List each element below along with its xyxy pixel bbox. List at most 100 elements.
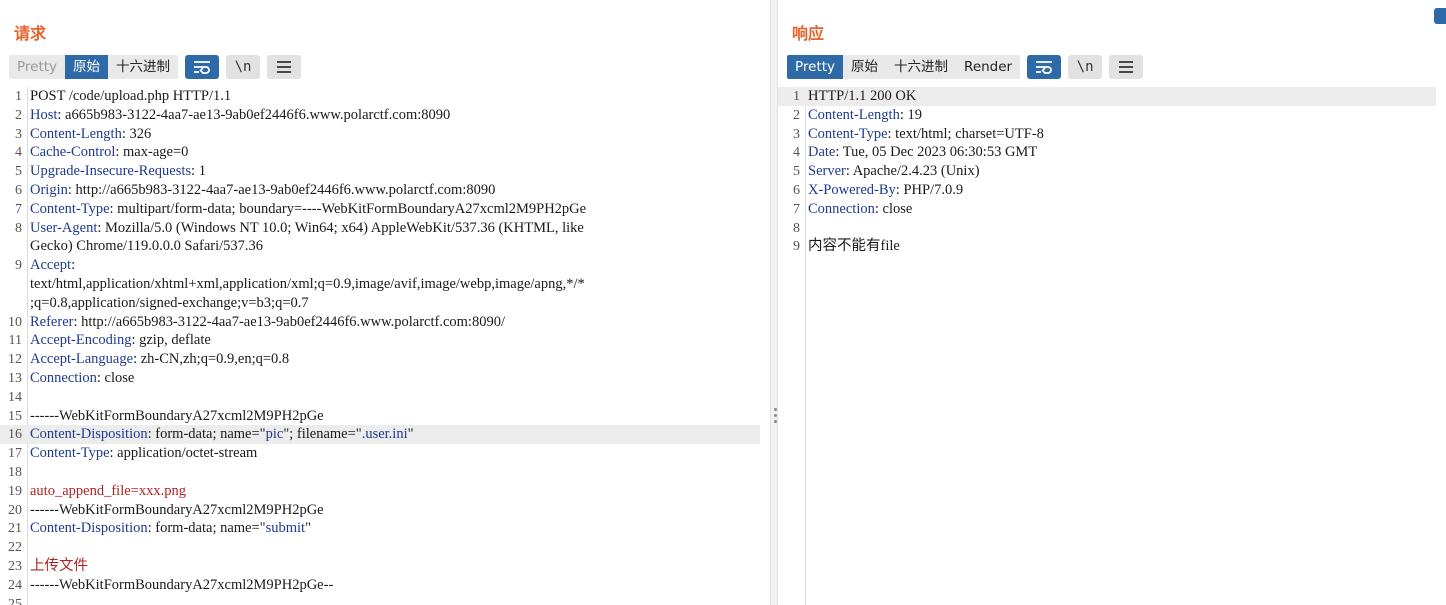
header-name: Accept-Encoding — [30, 332, 132, 349]
code-line[interactable]: 23 上传文件 — [0, 557, 760, 576]
code-line[interactable]: 2 Host: a665b983-3122-4aa7-ae13-9ab0ef244… — [0, 106, 760, 125]
header-name: Connection — [30, 370, 97, 386]
code-line[interactable]: 7 Connection: close — [778, 200, 1436, 219]
code-line[interactable]: 8 User-Agent: Mozilla/5.0 (Windows NT 10.… — [0, 219, 760, 238]
code-line[interactable]: 10 Referer: http://a665b983-3122-4aa7-ae1… — [0, 313, 760, 332]
text-segment: .user.ini — [361, 426, 408, 443]
code-line[interactable]: 8 — [778, 219, 1436, 238]
layout-toggle-button[interactable] — [1434, 8, 1446, 24]
line-text: Origin: http://a665b983-3122-4aa7-ae13-9… — [30, 181, 495, 200]
response-title: 响应 — [792, 24, 825, 43]
line-text: Cache-Control: max-age=0 — [30, 143, 188, 162]
code-line[interactable]: 3 Content-Type: text/html; charset=UTF-8 — [778, 125, 1436, 144]
header-name: Content-Disposition — [30, 426, 148, 443]
response-wrap-button[interactable] — [1027, 55, 1062, 79]
line-text: 上传文件 — [30, 557, 88, 576]
newline-toggle-icon: \n — [234, 59, 252, 75]
code-line[interactable]: 19 auto_append_file=xxx.png — [0, 482, 760, 501]
response-newline-button[interactable]: \n — [1068, 55, 1103, 79]
code-line[interactable]: 12 Accept-Language: zh-CN,zh;q=0.9,en;q=0… — [0, 350, 760, 369]
line-number: 12 — [8, 352, 22, 368]
menu-icon — [277, 61, 292, 73]
header-name: Content-Disposition — [30, 520, 148, 537]
request-menu-button[interactable] — [267, 55, 302, 79]
line-number: 9 — [793, 239, 800, 255]
code-line[interactable]: 17 Content-Type: application/octet-stream — [0, 444, 760, 463]
request-editor[interactable]: 1 POST /code/upload.php HTTP/1.1 2 Host: a6… — [0, 87, 770, 605]
line-text: Content-Disposition: form-data; name="pi… — [30, 425, 414, 444]
header-name: Accept-Language — [30, 351, 134, 368]
code-line[interactable]: 16 Content-Disposition: form-data; name="… — [0, 425, 760, 445]
request-tab-hex[interactable]: 十六进制 — [108, 55, 178, 79]
line-number: 1 — [793, 89, 800, 104]
code-line[interactable]: 24 ------WebKitFormBoundaryA27xcml2M9PH2p… — [0, 576, 760, 595]
line-number: 2 — [15, 107, 22, 123]
code-line[interactable]: text/html,application/xhtml+xml,applicat… — [0, 275, 760, 294]
line-text: ------WebKitFormBoundaryA27xcml2M9PH2pGe — [30, 407, 324, 426]
line-text: text/html,application/xhtml+xml,applicat… — [30, 275, 585, 294]
text-segment: : zh-CN,zh;q=0.9,en;q=0.8 — [133, 351, 290, 368]
request-view-tabs: Pretty 原始 十六进制 — [9, 55, 179, 79]
text-segment: ------WebKitFormBoundaryA27xcml2M9PH2pGe — [30, 501, 324, 518]
text-segment: : a665b983-3122-4aa7-ae13-9ab0ef2446f6.w… — [57, 106, 451, 123]
response-panel: 响应 Pretty 原始 十六进制 Render \n 1 HTTP/1.1 20… — [778, 0, 1446, 605]
code-line[interactable]: 9 Accept: — [0, 256, 760, 275]
code-line[interactable]: 20 ------WebKitFormBoundaryA27xcml2M9PH2p… — [0, 501, 760, 520]
splitter-grip-dot — [774, 420, 777, 423]
response-tab-pretty[interactable]: Pretty — [787, 55, 844, 79]
code-line[interactable]: 9 内容不能有file — [778, 237, 1436, 256]
code-line[interactable]: 2 Content-Length: 19 — [778, 106, 1436, 125]
response-menu-button[interactable] — [1109, 55, 1144, 79]
text-segment: : max-age=0 — [115, 144, 189, 161]
response-view-tabs: Pretty 原始 十六进制 Render — [787, 55, 1021, 79]
text-segment: Gecko) Chrome/119.0.0.0 Safari/537.36 — [30, 238, 264, 255]
code-line[interactable]: 21 Content-Disposition: form-data; name="… — [0, 519, 760, 538]
text-segment: "; filename=" — [283, 426, 362, 443]
header-name: Content-Type — [30, 200, 110, 217]
code-line[interactable]: 22 — [0, 538, 760, 557]
request-toolbar: Pretty 原始 十六进制 \n — [9, 55, 302, 79]
code-line[interactable]: 13 Connection: close — [0, 369, 760, 388]
code-line[interactable]: 14 — [0, 388, 760, 407]
code-line[interactable]: 5 Upgrade-Insecure-Requests: 1 — [0, 162, 760, 181]
response-tab-hex[interactable]: 十六进制 — [886, 55, 956, 79]
text-segment: : 326 — [121, 125, 152, 142]
line-number: 3 — [15, 126, 22, 142]
line-number: 15 — [8, 408, 22, 424]
text-segment: : http://a665b983-3122-4aa7-ae13-9ab0ef2… — [67, 182, 496, 198]
code-line[interactable]: ;q=0.8,application/signed-exchange;v=b3;… — [0, 294, 760, 313]
code-line[interactable]: 15 ------WebKitFormBoundaryA27xcml2M9PH2p… — [0, 407, 760, 426]
code-line[interactable]: 18 — [0, 463, 760, 482]
request-tab-pretty[interactable]: Pretty — [9, 55, 65, 79]
line-number: 2 — [793, 107, 800, 123]
request-tab-raw[interactable]: 原始 — [65, 55, 109, 79]
code-line[interactable]: 1 HTTP/1.1 200 OK — [778, 87, 1436, 106]
line-text: ------WebKitFormBoundaryA27xcml2M9PH2pGe… — [30, 576, 333, 595]
request-wrap-button[interactable] — [185, 55, 220, 79]
code-line[interactable]: Gecko) Chrome/119.0.0.0 Safari/537.36 — [0, 237, 760, 256]
code-line[interactable]: 3 Content-Length: 326 — [0, 125, 760, 144]
line-number: 22 — [8, 540, 22, 556]
line-number: 25 — [8, 596, 22, 605]
text-segment: : close — [96, 370, 135, 386]
response-editor[interactable]: 1 HTTP/1.1 200 OK 2 Content-Length: 19 3 Cont… — [778, 87, 1446, 605]
line-number: 24 — [8, 577, 22, 593]
code-line[interactable]: 5 Server: Apache/2.4.23 (Unix) — [778, 162, 1436, 181]
panel-splitter[interactable] — [770, 0, 778, 605]
code-line[interactable]: 25 — [0, 595, 760, 605]
code-line[interactable]: 4 Date: Tue, 05 Dec 2023 06:30:53 GMT — [778, 143, 1436, 162]
code-line[interactable]: 7 Content-Type: multipart/form-data; boun… — [0, 200, 760, 219]
code-line[interactable]: 4 Cache-Control: max-age=0 — [0, 143, 760, 162]
response-tab-raw[interactable]: 原始 — [843, 55, 886, 79]
text-segment: : Apache/2.4.23 (Unix) — [845, 163, 980, 180]
line-number: 14 — [8, 389, 22, 405]
code-line[interactable]: 11 Accept-Encoding: gzip, deflate — [0, 331, 760, 350]
text-segment: 内容不能有file — [808, 238, 900, 255]
code-line[interactable]: 1 POST /code/upload.php HTTP/1.1 — [0, 87, 760, 106]
line-text: Content-Disposition: form-data; name="su… — [30, 519, 311, 538]
code-line[interactable]: 6 X-Powered-By: PHP/7.0.9 — [778, 181, 1436, 200]
line-text: Content-Length: 19 — [808, 106, 922, 125]
code-line[interactable]: 6 Origin: http://a665b983-3122-4aa7-ae13-… — [0, 181, 760, 200]
response-tab-render[interactable]: Render — [956, 55, 1020, 79]
request-newline-button[interactable]: \n — [226, 55, 261, 79]
